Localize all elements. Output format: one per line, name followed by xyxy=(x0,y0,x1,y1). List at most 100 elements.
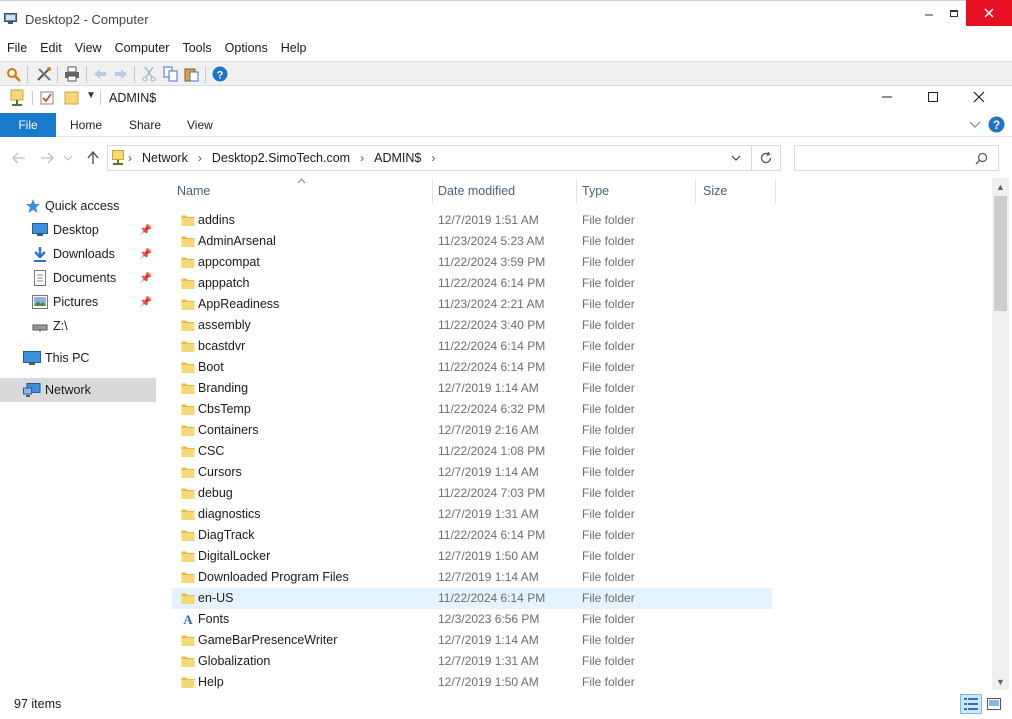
customize-dropdown-icon[interactable]: ▼ xyxy=(86,90,96,101)
column-header-type[interactable]: Type xyxy=(582,178,609,204)
table-row[interactable]: CbsTemp 11/22/2024 6:32 PM File folder xyxy=(172,399,772,420)
file-name: DigitalLocker xyxy=(198,549,271,563)
details-view-button[interactable] xyxy=(960,694,982,714)
sidebar-item-this-pc[interactable]: This PC xyxy=(0,346,156,370)
menu-view[interactable]: View xyxy=(75,41,102,55)
recent-locations-button[interactable] xyxy=(62,149,74,167)
breadcrumb-admin[interactable]: ADMIN$ xyxy=(374,151,421,165)
breadcrumb-desktop2[interactable]: Desktop2.SimoTech.com xyxy=(212,151,350,165)
table-row[interactable]: Downloaded Program Files 12/7/2019 1:14 A… xyxy=(172,567,772,588)
sidebar-item-pictures[interactable]: Pictures 📌 xyxy=(0,290,156,314)
table-row[interactable]: AppReadiness 11/23/2024 2:21 AM File folde… xyxy=(172,294,772,315)
copy-icon[interactable] xyxy=(163,66,179,82)
paste-icon[interactable] xyxy=(184,66,200,82)
search-icon[interactable] xyxy=(5,66,21,82)
forward-button[interactable] xyxy=(38,149,56,167)
large-icons-view-button[interactable] xyxy=(983,694,1005,714)
scroll-up-arrow-icon[interactable]: ▲ xyxy=(992,178,1009,195)
table-row[interactable]: bcastdvr 11/22/2024 6:14 PM File folder xyxy=(172,336,772,357)
explorer-close-button[interactable] xyxy=(956,86,1002,108)
column-header-size[interactable]: Size xyxy=(703,178,727,204)
tab-share[interactable]: Share xyxy=(129,113,161,137)
sidebar-item-quick-access[interactable]: Quick access xyxy=(0,194,156,218)
new-folder-icon[interactable] xyxy=(64,90,79,105)
table-row[interactable]: Help 12/7/2019 1:50 AM File folder xyxy=(172,672,772,693)
explorer-maximize-button[interactable] xyxy=(910,86,956,108)
table-row[interactable]: assembly 11/22/2024 3:40 PM File folder xyxy=(172,315,772,336)
table-row[interactable]: addins 12/7/2019 1:51 AM File folder xyxy=(172,210,772,231)
table-row[interactable]: A Fonts 12/3/2023 6:56 PM File folder xyxy=(172,609,772,630)
tools-icon[interactable] xyxy=(36,66,52,82)
table-row[interactable]: en-US 11/22/2024 6:14 PM File folder xyxy=(172,588,772,609)
table-row[interactable]: DigitalLocker 12/7/2019 1:50 AM File folde… xyxy=(172,546,772,567)
table-row[interactable]: DiagTrack 11/22/2024 6:14 PM File folder xyxy=(172,525,772,546)
tab-view[interactable]: View xyxy=(187,113,213,137)
table-row[interactable]: GameBarPresenceWriter 12/7/2019 1:14 AM Fi… xyxy=(172,630,772,651)
menu-help[interactable]: Help xyxy=(281,41,307,55)
search-input[interactable] xyxy=(794,145,999,171)
tab-file[interactable]: File xyxy=(0,113,56,137)
chevron-right-icon[interactable]: › xyxy=(431,151,435,165)
chevron-down-icon[interactable] xyxy=(731,155,741,162)
refresh-button[interactable] xyxy=(752,145,781,171)
sidebar-item-downloads[interactable]: Downloads 📌 xyxy=(0,242,156,266)
print-icon[interactable] xyxy=(64,66,80,82)
cut-icon[interactable] xyxy=(141,66,157,82)
scroll-down-arrow-icon[interactable]: ▼ xyxy=(992,673,1009,690)
forward-arrow-icon[interactable] xyxy=(113,66,129,82)
chevron-right-icon[interactable]: › xyxy=(198,151,202,165)
menu-computer[interactable]: Computer xyxy=(115,41,170,55)
pin-icon[interactable]: 📌 xyxy=(140,249,152,260)
sidebar-item-label: Z:\ xyxy=(53,319,68,333)
address-bar[interactable]: › Network › Desktop2.SimoTech.com › ADMI… xyxy=(107,145,752,171)
menu-edit[interactable]: Edit xyxy=(40,41,62,55)
table-row[interactable]: diagnostics 12/7/2019 1:31 AM File folder xyxy=(172,504,772,525)
up-button[interactable] xyxy=(84,149,102,167)
pin-icon[interactable]: 📌 xyxy=(140,225,152,236)
column-header-date-modified[interactable]: Date modified xyxy=(438,178,515,204)
menu-tools[interactable]: Tools xyxy=(182,41,211,55)
folder-icon xyxy=(181,383,195,394)
outer-restore-button[interactable] xyxy=(941,0,966,26)
chevron-right-icon[interactable]: › xyxy=(360,151,364,165)
back-arrow-icon[interactable] xyxy=(92,66,108,82)
file-date-modified: 11/22/2024 3:59 PM xyxy=(438,255,546,269)
explorer-minimize-button[interactable] xyxy=(864,86,910,108)
table-row[interactable]: Globalization 12/7/2019 1:31 AM File folde… xyxy=(172,651,772,672)
back-button[interactable] xyxy=(10,149,28,167)
table-row[interactable]: apppatch 11/22/2024 6:14 PM File folder xyxy=(172,273,772,294)
pin-icon[interactable]: 📌 xyxy=(140,297,152,308)
help-icon[interactable]: ? xyxy=(988,116,1005,133)
sidebar-item-label: Pictures xyxy=(53,295,99,309)
vertical-scrollbar[interactable]: ▲ ▼ xyxy=(992,178,1009,690)
outer-menu-bar: File Edit View Computer Tools Options He… xyxy=(0,37,1012,59)
table-row[interactable]: AdminArsenal 11/23/2024 5:23 AM File folde… xyxy=(172,231,772,252)
scrollbar-thumb[interactable] xyxy=(994,196,1007,311)
sidebar-item-desktop[interactable]: Desktop 📌 xyxy=(0,218,156,242)
menu-file[interactable]: File xyxy=(7,41,27,55)
table-row[interactable]: appcompat 11/22/2024 3:59 PM File folder xyxy=(172,252,772,273)
sidebar-item-documents[interactable]: Documents 📌 xyxy=(0,266,156,290)
table-row[interactable]: Containers 12/7/2019 2:16 AM File folder xyxy=(172,420,772,441)
help-icon[interactable]: ? xyxy=(212,66,228,82)
table-row[interactable]: debug 11/22/2024 7:03 PM File folder xyxy=(172,483,772,504)
tab-home[interactable]: Home xyxy=(70,113,102,137)
outer-window-title: Desktop2 - Computer xyxy=(25,12,149,27)
menu-options[interactable]: Options xyxy=(225,41,268,55)
table-row[interactable]: Boot 11/22/2024 6:14 PM File folder xyxy=(172,357,772,378)
sidebar-item-z-drive[interactable]: Z:\ xyxy=(0,314,156,338)
table-row[interactable]: Branding 12/7/2019 1:14 AM File folder xyxy=(172,378,772,399)
table-row[interactable]: CSC 11/22/2024 1:08 PM File folder xyxy=(172,441,772,462)
chevron-right-icon[interactable]: › xyxy=(128,151,132,165)
column-header-name[interactable]: Name xyxy=(177,178,210,204)
breadcrumb-network[interactable]: Network xyxy=(142,151,188,165)
pin-icon[interactable]: 📌 xyxy=(140,273,152,284)
sidebar-item-network[interactable]: Network xyxy=(0,378,156,402)
file-date-modified: 12/7/2019 1:31 AM xyxy=(438,654,539,668)
outer-close-button[interactable] xyxy=(966,0,1012,26)
file-name: Globalization xyxy=(198,654,271,668)
expand-ribbon-icon[interactable] xyxy=(969,120,981,130)
table-row[interactable]: Cursors 12/7/2019 1:14 AM File folder xyxy=(172,462,772,483)
outer-minimize-button[interactable] xyxy=(916,0,941,26)
properties-icon[interactable] xyxy=(40,90,54,105)
